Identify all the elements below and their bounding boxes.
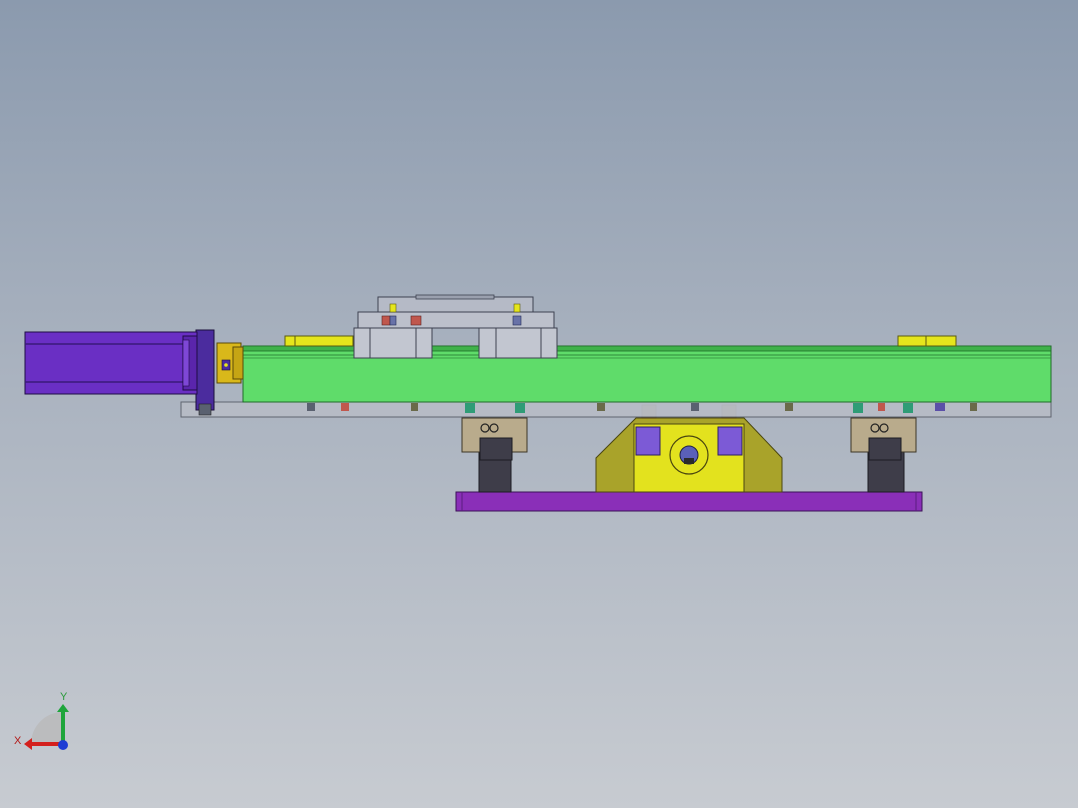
shaft-coupling[interactable] — [216, 342, 244, 384]
view-triad: Y X — [14, 691, 69, 750]
motor-flange[interactable] — [195, 329, 215, 416]
cad-viewport[interactable]: Y X — [0, 0, 1078, 808]
servo-motor[interactable] — [24, 331, 198, 395]
limit-sensor-left[interactable] — [284, 335, 354, 347]
triad-x-label: X — [14, 735, 22, 747]
bottom-mounting-plate[interactable] — [455, 491, 923, 512]
linear-guide-right[interactable] — [850, 417, 917, 493]
cad-model-view[interactable]: Y X — [0, 0, 1078, 808]
module-base-plate[interactable] — [180, 401, 1052, 418]
linear-guide-left[interactable] — [461, 417, 528, 493]
triad-y-label: Y — [60, 691, 68, 703]
pivot-support-block[interactable] — [595, 404, 783, 493]
limit-sensor-right[interactable] — [897, 335, 957, 347]
